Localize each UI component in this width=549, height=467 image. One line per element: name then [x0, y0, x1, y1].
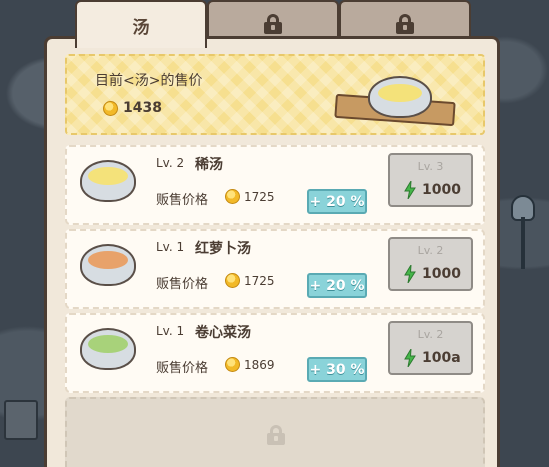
- bonus-badge: + 20 %: [307, 189, 367, 214]
- thin-soup-bowl-icon: [80, 160, 136, 202]
- current-price-title: 目前<汤>的售价: [95, 73, 203, 89]
- price-label: 贩售价格: [156, 277, 209, 292]
- upgrade-cost: 100a: [404, 349, 461, 367]
- sell-price-value: 1869: [244, 357, 275, 372]
- sell-price: 1725: [225, 189, 275, 204]
- upgrade-cost: 1000: [404, 265, 461, 283]
- upgrade-level: Lv. 2: [417, 244, 444, 257]
- soup-level: Lv. 1: [156, 324, 185, 338]
- coin-icon: [225, 273, 240, 288]
- upgrade-cost-value: 100a: [422, 350, 461, 366]
- upgrade-level: Lv. 3: [417, 160, 444, 173]
- soup-row-carrot-soup[interactable]: Lv. 1 红萝卜汤 贩售价格 1725 + 20 % Lv. 2 1000: [65, 229, 485, 309]
- lock-icon: [267, 425, 285, 445]
- lightning-icon: [404, 265, 416, 283]
- lightning-icon: [404, 181, 416, 199]
- background-crate: [4, 400, 38, 440]
- lock-icon: [264, 14, 282, 34]
- price-label: 贩售价格: [156, 193, 209, 208]
- sell-price-value: 1725: [244, 189, 275, 204]
- current-price-value: 1438: [123, 100, 162, 116]
- soup-name: 稀汤: [195, 157, 223, 173]
- lock-icon: [396, 14, 414, 34]
- tab-soup-label: 汤: [132, 17, 150, 38]
- upgrade-cost-value: 1000: [422, 266, 461, 282]
- current-price-banner: 目前<汤>的售价 1438: [65, 54, 485, 135]
- upgrade-button[interactable]: Lv. 2 100a: [388, 321, 473, 375]
- soup-row-thin-soup[interactable]: Lv. 2 稀汤 贩售价格 1725 + 20 % Lv. 3 1000: [65, 145, 485, 225]
- soup-name: 卷心菜汤: [195, 325, 251, 341]
- upgrade-cost-value: 1000: [422, 182, 461, 198]
- sell-price-value: 1725: [244, 273, 275, 288]
- sell-price: 1725: [225, 273, 275, 288]
- background-lamp: [508, 195, 538, 270]
- coin-icon: [225, 189, 240, 204]
- upgrade-level: Lv. 2: [417, 328, 444, 341]
- soup-bowl-icon: [368, 76, 432, 118]
- soup-level: Lv. 2: [156, 156, 185, 170]
- bonus-badge: + 20 %: [307, 273, 367, 298]
- current-price: 1438: [103, 100, 162, 116]
- coin-icon: [103, 100, 118, 116]
- sell-price: 1869: [225, 357, 275, 372]
- locked-soup-slot[interactable]: [65, 397, 485, 467]
- soup-panel: 目前<汤>的售价 1438 Lv. 2 稀汤 贩售价格 1725 + 20 % …: [44, 36, 500, 467]
- upgrade-cost: 1000: [404, 181, 461, 199]
- coin-icon: [225, 357, 240, 372]
- soup-row-cabbage-soup[interactable]: Lv. 1 卷心菜汤 贩售价格 1869 + 30 % Lv. 2 100a: [65, 313, 485, 393]
- lightning-icon: [404, 349, 416, 367]
- price-label: 贩售价格: [156, 361, 209, 376]
- carrot-soup-bowl-icon: [80, 244, 136, 286]
- soup-level: Lv. 1: [156, 240, 185, 254]
- cabbage-soup-bowl-icon: [80, 328, 136, 370]
- bonus-badge: + 30 %: [307, 357, 367, 382]
- soup-name: 红萝卜汤: [195, 241, 251, 257]
- upgrade-button[interactable]: Lv. 2 1000: [388, 237, 473, 291]
- upgrade-button[interactable]: Lv. 3 1000: [388, 153, 473, 207]
- tab-soup[interactable]: 汤: [75, 0, 207, 48]
